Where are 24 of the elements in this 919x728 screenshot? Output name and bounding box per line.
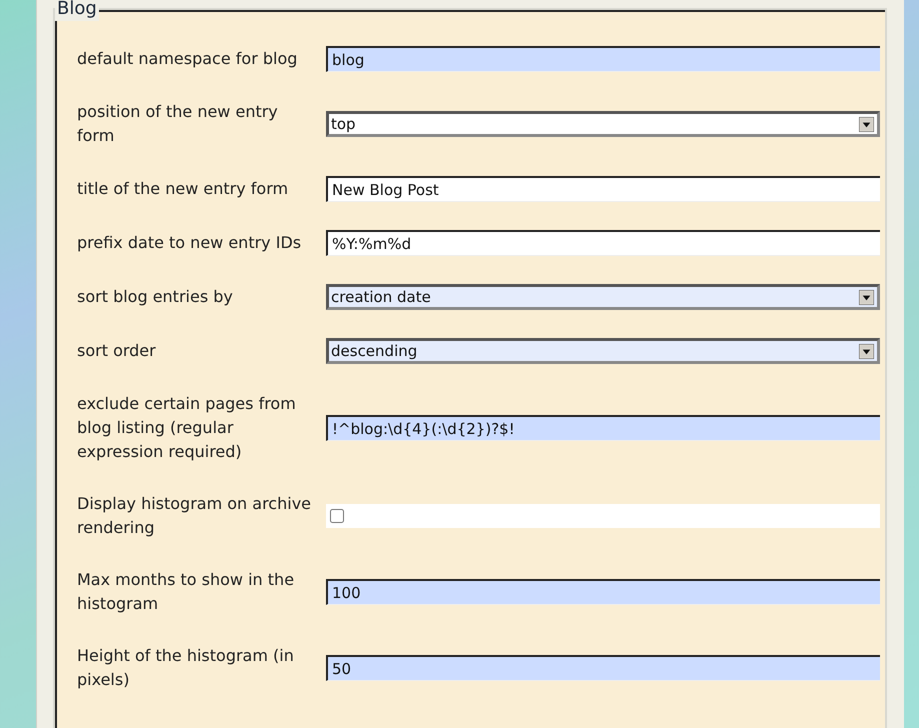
setting-label: sort order bbox=[77, 340, 157, 362]
setting-label: Max months to show in the histogram bbox=[77, 569, 296, 615]
setting-label: Height of the histogram (in pixels) bbox=[77, 645, 295, 691]
section-title: Blog bbox=[55, 0, 99, 21]
setting-label: position of the new entry form bbox=[77, 101, 279, 147]
caret-icon bbox=[859, 116, 874, 132]
setting-label: sort blog entries by bbox=[77, 286, 234, 308]
caret-icon bbox=[859, 290, 874, 304]
setting-label: title of the new entry form bbox=[77, 178, 290, 200]
input-field[interactable]: 50 bbox=[326, 655, 880, 681]
setting-label: Display histogram on archive rendering bbox=[77, 493, 312, 539]
input-field[interactable]: %Y:%m%d bbox=[326, 230, 880, 256]
setting-label: prefix date to new entry IDs bbox=[77, 232, 302, 254]
setting-label: default namespace for blog bbox=[77, 48, 298, 70]
input-field[interactable]: blog bbox=[326, 46, 880, 72]
input-field[interactable]: !^blog:\d{4}(:\d{2})?$! bbox=[326, 415, 880, 441]
dropdown[interactable]: top bbox=[326, 111, 880, 137]
input-field[interactable]: New Blog Post bbox=[326, 176, 880, 202]
caret-icon bbox=[859, 344, 874, 358]
setting-label: exclude certain pages from blog listing (regular expression required) bbox=[77, 393, 297, 463]
checkbox[interactable] bbox=[330, 509, 344, 523]
input-field[interactable]: 100 bbox=[326, 579, 880, 605]
dropdown[interactable]: creation date bbox=[326, 284, 880, 310]
dropdown[interactable]: descending bbox=[326, 338, 880, 364]
